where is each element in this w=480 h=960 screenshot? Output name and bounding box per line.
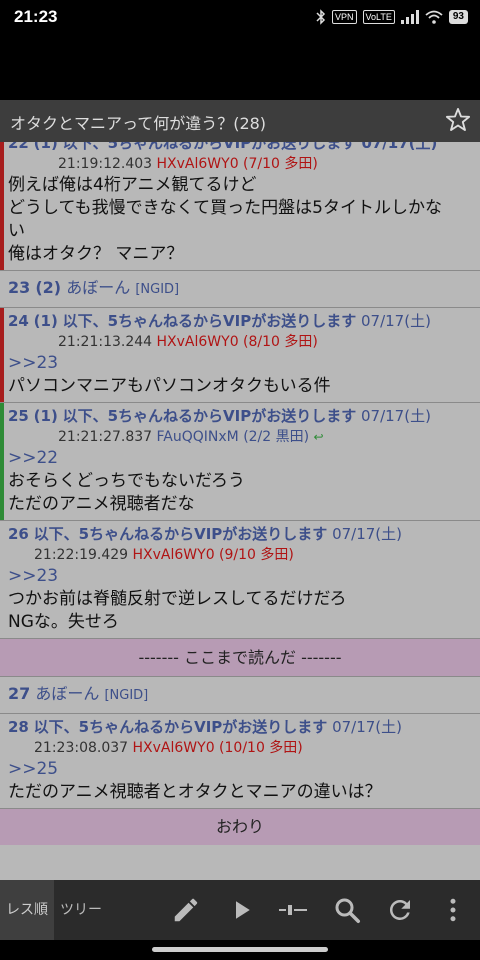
post-header: 28 以下、5ちゃんねるからVIPがお送りします 07/17(土) <box>8 716 474 738</box>
reply-anchor[interactable]: >>23 <box>8 352 474 375</box>
abone-row: 23 (2) あぼーん [NGID] <box>8 271 474 307</box>
battery-indicator: 93 <box>448 10 468 24</box>
post-index: (1) <box>33 407 58 425</box>
post-time: 21:21:27.837 <box>58 429 153 445</box>
read-marker: ------- ここまで読んだ ------- <box>0 639 480 677</box>
post-name: 以下、5ちゃんねるからVIPがお送りします <box>33 718 328 736</box>
play-icon[interactable] <box>226 895 256 925</box>
post-date: 07/17(土) <box>361 312 431 330</box>
post-id[interactable]: HXvAl6WY0 (8/10 多田) <box>157 334 318 350</box>
post-body-line: どうしても我慢できなくて買った円盤は5タイトルしかな <box>8 198 442 218</box>
post-26[interactable]: 26 以下、5ちゃんねるからVIPがお送りします 07/17(土) 21:22:… <box>0 521 480 639</box>
post-body-line: ただのアニメ視聴者だな <box>8 494 195 514</box>
post-body-line: 例えば俺は4桁アニメ観てるけど <box>8 175 257 195</box>
post-name: 以下、5ちゃんねるからVIPがお送りします 07/17(土) <box>62 142 438 152</box>
post-index: (2) <box>35 278 62 297</box>
app-bar: オタクとマニアって何が違う？(28) <box>0 100 480 142</box>
search-icon[interactable] <box>332 895 362 925</box>
post-meta: 21:22:19.429 HXvAl6WY0 (9/10 多田) <box>8 545 474 565</box>
post-edge <box>0 308 4 402</box>
reply-anchor[interactable]: >>22 <box>8 447 474 470</box>
ng-label: [NGID] <box>104 688 149 703</box>
seekbar-icon[interactable] <box>278 895 308 925</box>
bottom-toolbar: レス順 ツリー <box>0 880 480 940</box>
post-22[interactable]: 22 (1) 以下、5ちゃんねるからVIPがお送りします 07/17(土) 21… <box>0 142 480 271</box>
post-header: 22 (1) 以下、5ちゃんねるからVIPがお送りします 07/17(土) <box>8 142 474 154</box>
post-27[interactable]: 27 あぼーん [NGID] <box>0 677 480 714</box>
star-icon[interactable] <box>444 106 472 134</box>
post-23[interactable]: 23 (2) あぼーん [NGID] <box>0 271 480 308</box>
post-number[interactable]: 23 <box>8 278 30 297</box>
post-body-line: おそらくどっちでもないだろう <box>8 471 245 491</box>
post-header: 25 (1) 以下、5ちゃんねるからVIPがお送りします 07/17(土) <box>8 405 474 427</box>
post-body-line: NGな。失せろ <box>8 612 119 632</box>
post-number[interactable]: 27 <box>8 684 30 703</box>
post-number[interactable]: 28 <box>8 718 29 736</box>
post-time: 21:23:08.037 <box>34 740 129 756</box>
refresh-icon[interactable] <box>385 895 415 925</box>
post-name: 以下、5ちゃんねるからVIPがお送りします <box>62 407 357 425</box>
volte-badge: VoLTE <box>362 10 395 24</box>
post-date: 07/17(土) <box>361 407 431 425</box>
post-index: (1) <box>33 312 58 330</box>
post-28[interactable]: 28 以下、5ちゃんねるからVIPがお送りします 07/17(土) 21:23:… <box>0 714 480 809</box>
post-meta: 21:23:08.037 HXvAl6WY0 (10/10 多田) <box>8 738 474 758</box>
post-number[interactable]: 25 <box>8 407 29 425</box>
post-date: 07/17(土) <box>332 718 402 736</box>
post-time: 21:22:19.429 <box>34 547 129 563</box>
tab-res-order[interactable]: レス順 <box>0 880 54 940</box>
post-id[interactable]: HXvAl6WY0 (10/10 多田) <box>133 740 303 756</box>
post-meta: 21:21:27.837 FAuQQINxM (2/2 黒田) ↩ <box>8 427 474 447</box>
post-edge <box>0 142 4 270</box>
post-body-line: 俺はオタク？ マニア？ <box>8 244 184 264</box>
post-edge <box>0 403 4 520</box>
post-number[interactable]: 22 <box>8 142 29 152</box>
post-24[interactable]: 24 (1) 以下、5ちゃんねるからVIPがお送りします 07/17(土) 21… <box>0 308 480 403</box>
post-number[interactable]: 26 <box>8 525 29 543</box>
wifi-icon <box>425 10 443 24</box>
post-id[interactable]: HXvAl6WY0 (7/10 多田) <box>157 156 318 172</box>
reply-anchor[interactable]: >>23 <box>8 565 474 588</box>
post-header: 24 (1) 以下、5ちゃんねるからVIPがお送りします 07/17(土) <box>8 310 474 332</box>
post-body-line: い <box>8 221 25 241</box>
post-header: 26 以下、5ちゃんねるからVIPがお送りします 07/17(土) <box>8 523 474 545</box>
thread-title: オタクとマニアって何が違う？(28) <box>10 114 267 133</box>
reply-back-icon[interactable]: ↩ <box>314 430 324 444</box>
post-index: (1) <box>33 142 58 152</box>
status-bar: 21:23 VPN VoLTE 93 <box>0 0 480 36</box>
reply-anchor[interactable]: >>25 <box>8 758 474 781</box>
post-body-line: パソコンマニアもパソコンオタクもいる件 <box>8 376 331 396</box>
post-body-line: ただのアニメ視聴者とオタクとマニアの違いは？ <box>8 782 382 802</box>
abone-label: あぼーん <box>66 278 131 297</box>
post-name: 以下、5ちゃんねるからVIPがお送りします <box>62 312 357 330</box>
abone-row: 27 あぼーん [NGID] <box>8 677 474 713</box>
abone-label: あぼーん <box>35 684 100 703</box>
signal-icon <box>400 10 419 24</box>
post-25[interactable]: 25 (1) 以下、5ちゃんねるからVIPがお送りします 07/17(土) 21… <box>0 403 480 521</box>
tab-tree[interactable]: ツリー <box>54 880 108 940</box>
post-number[interactable]: 24 <box>8 312 29 330</box>
ng-label: [NGID] <box>135 282 180 297</box>
thread-content[interactable]: 22 (1) 以下、5ちゃんねるからVIPがお送りします 07/17(土) 21… <box>0 142 480 880</box>
post-id[interactable]: HXvAl6WY0 (9/10 多田) <box>133 547 294 563</box>
bluetooth-icon <box>316 9 326 25</box>
more-vert-icon[interactable] <box>438 895 468 925</box>
status-icons: VPN VoLTE 93 <box>316 9 468 25</box>
end-marker: おわり <box>0 809 480 845</box>
post-name: 以下、5ちゃんねるからVIPがお送りします <box>33 525 328 543</box>
post-meta: 21:21:13.244 HXvAl6WY0 (8/10 多田) <box>8 332 474 352</box>
post-time: 21:19:12.403 <box>58 156 153 172</box>
vpn-badge: VPN <box>332 10 357 24</box>
status-time: 21:23 <box>14 7 58 26</box>
home-gesture-pill[interactable] <box>152 947 328 952</box>
post-body-line: つかお前は脊髄反射で逆レスしてるだけだろ <box>8 589 347 609</box>
pencil-icon[interactable] <box>171 895 201 925</box>
post-time: 21:21:13.244 <box>58 334 153 350</box>
post-date: 07/17(土) <box>332 525 402 543</box>
system-nav-bar <box>0 940 480 960</box>
post-meta: 21:19:12.403 HXvAl6WY0 (7/10 多田) <box>8 154 474 174</box>
post-id[interactable]: FAuQQINxM (2/2 黒田) <box>157 429 310 445</box>
